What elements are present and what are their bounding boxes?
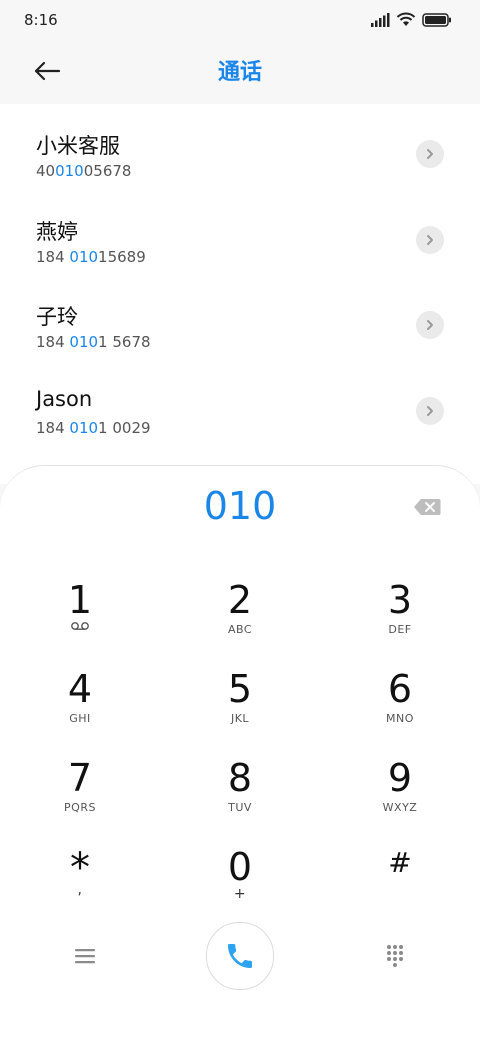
contact-name: 燕婷 — [36, 220, 78, 244]
key-letters: PQRS — [64, 801, 96, 814]
wifi-icon — [396, 12, 416, 26]
dialpad-panel: 010 1 2 ABC 3 DEF 4 GHI 5 JKL 6 MNO 7 PQ… — [0, 465, 480, 1041]
menu-icon — [75, 949, 95, 964]
key-digit: 9 — [387, 756, 413, 800]
number-prefix: 40 — [36, 162, 56, 180]
contact-detail-button[interactable] — [416, 140, 444, 168]
key-letters: ABC — [227, 623, 253, 636]
phone-icon — [228, 944, 252, 968]
key-letters: TUV — [228, 801, 252, 814]
dial-key-6[interactable]: 6 MNO — [340, 668, 460, 748]
number-match: 010 — [69, 333, 99, 351]
key-letters: JKL — [230, 712, 250, 725]
number-suffix: 1 5678 — [98, 333, 151, 351]
menu-button[interactable] — [66, 940, 104, 972]
key-digit: 3 — [387, 578, 413, 622]
key-letters: WXYZ — [382, 801, 418, 814]
key-letters: DEF — [388, 623, 412, 636]
key-letters: + — [233, 886, 247, 902]
chevron-right-icon — [427, 149, 433, 159]
contact-item[interactable]: 小米客服 4001005678 — [0, 104, 480, 190]
chevron-right-icon — [427, 235, 433, 245]
number-match: 010 — [55, 162, 84, 180]
dial-key-9[interactable]: 9 WXYZ — [340, 757, 460, 837]
contact-name: Jason — [36, 387, 93, 411]
chevron-right-icon — [427, 406, 433, 416]
dial-key-3[interactable]: 3 DEF — [340, 579, 460, 659]
number-prefix: 184 — [36, 333, 70, 351]
key-letters: MNO — [386, 712, 414, 725]
dial-key-7[interactable]: 7 PQRS — [20, 757, 140, 837]
dialpad-toggle-button[interactable] — [376, 938, 414, 974]
contact-detail-button[interactable] — [416, 311, 444, 339]
number-match: 010 — [69, 248, 99, 266]
contact-number: 184 0101 5678 — [36, 333, 151, 351]
key-digit: # — [388, 846, 412, 879]
dialed-number-display[interactable]: 010 — [0, 484, 480, 528]
chevron-right-icon — [427, 320, 433, 330]
key-letters: GHI — [69, 712, 91, 725]
key-digit: 2 — [227, 578, 253, 622]
key-digit: 8 — [227, 756, 253, 800]
number-suffix: 1 0029 — [98, 419, 151, 437]
number-match: 010 — [69, 419, 99, 437]
dial-key-5[interactable]: 5 JKL — [180, 668, 300, 748]
key-digit: 0 — [227, 845, 253, 889]
dial-key-8[interactable]: 8 TUV — [180, 757, 300, 837]
dial-key-0[interactable]: 0 + — [180, 846, 300, 926]
dial-key-1[interactable]: 1 — [20, 579, 140, 659]
dial-key-star[interactable]: * , — [20, 846, 140, 926]
signal-icon — [371, 12, 390, 27]
key-digit: 1 — [67, 578, 93, 622]
contact-results-list: 小米客服 4001005678 燕婷 184 01015689 子玲 184 0… — [0, 104, 480, 484]
dial-key-4[interactable]: 4 GHI — [20, 668, 140, 748]
status-bar: 8:16 — [0, 0, 480, 40]
contact-number: 184 0101 0029 — [36, 419, 151, 437]
key-digit: 5 — [227, 667, 253, 711]
key-letters: , — [77, 882, 83, 898]
battery-icon — [422, 12, 451, 27]
contact-name: 小米客服 — [36, 134, 120, 158]
number-suffix: 05678 — [83, 162, 132, 180]
header: 通话 — [0, 40, 480, 104]
key-digit: 7 — [67, 756, 93, 800]
backspace-button[interactable] — [412, 496, 442, 518]
dial-key-hash[interactable]: # — [340, 846, 460, 926]
key-digit: 4 — [67, 667, 93, 711]
dial-key-2[interactable]: 2 ABC — [180, 579, 300, 659]
contact-item[interactable]: 燕婷 184 01015689 — [0, 190, 480, 276]
voicemail-icon — [20, 621, 140, 634]
status-icons — [370, 12, 452, 27]
contact-item[interactable]: Jason 184 0101 0029 — [0, 361, 480, 447]
contact-name: 子玲 — [36, 305, 78, 329]
contact-item[interactable]: 子玲 184 0101 5678 — [0, 275, 480, 361]
contact-detail-button[interactable] — [416, 226, 444, 254]
number-prefix: 184 — [36, 419, 70, 437]
contact-number: 184 01015689 — [36, 248, 146, 266]
call-button[interactable] — [206, 922, 274, 990]
contact-number: 4001005678 — [36, 162, 131, 180]
contact-detail-button[interactable] — [416, 397, 444, 425]
number-suffix: 15689 — [98, 248, 146, 266]
backspace-icon — [414, 499, 441, 515]
dialpad-icon — [387, 945, 403, 967]
page-title: 通话 — [217, 60, 262, 85]
number-prefix: 184 — [36, 248, 70, 266]
key-digit: 6 — [387, 667, 413, 711]
status-time: 8:16 — [24, 11, 58, 29]
